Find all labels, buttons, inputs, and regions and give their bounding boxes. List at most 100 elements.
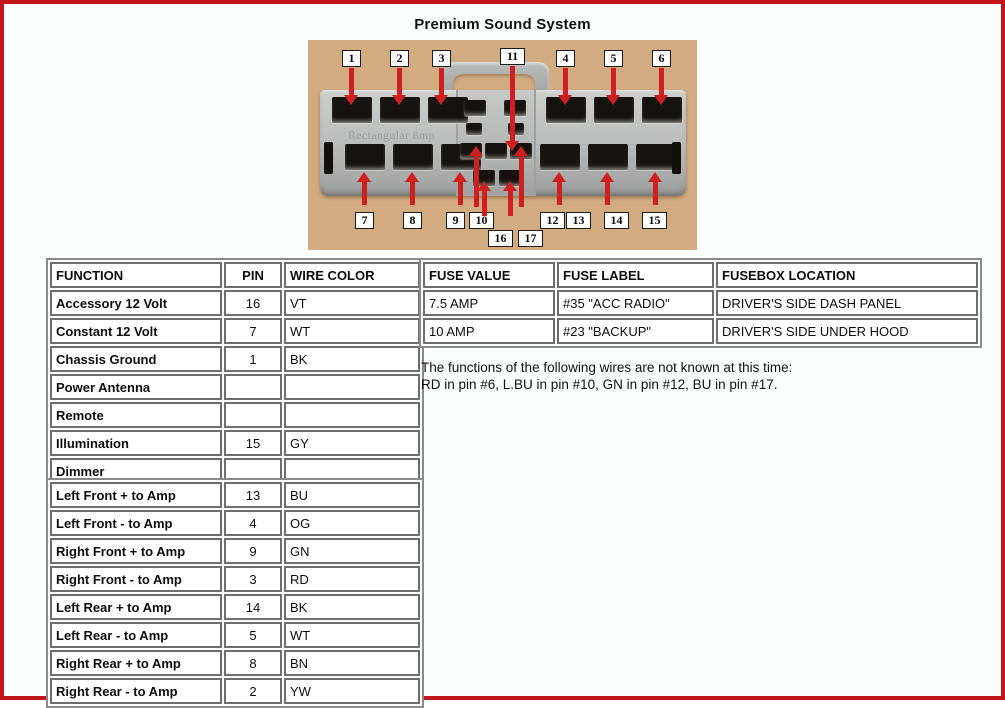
cell-fusebox-location: DRIVER'S SIDE DASH PANEL <box>716 290 978 316</box>
note-line-1: The functions of the following wires are… <box>421 360 793 375</box>
cell-pin <box>224 402 282 428</box>
cell-function: Power Antenna <box>50 374 222 400</box>
cell-fuse-value: 7.5 AMP <box>423 290 555 316</box>
cavity-center-a <box>464 100 486 116</box>
page-title: Premium Sound System <box>414 16 591 33</box>
arrow-pin-4 <box>558 68 572 105</box>
table-row: Left Front - to Amp 4 OG <box>50 510 420 536</box>
header-fuse-label: FUSE LABEL <box>557 262 714 288</box>
connector-photo: Rectangular 8mp 1 2 3 11 4 5 6 7 8 9 10 … <box>308 40 697 250</box>
cavity-pin-14 <box>588 144 628 170</box>
table-row: 7.5 AMP #35 "ACC RADIO" DRIVER'S SIDE DA… <box>423 290 978 316</box>
table-row: Remote <box>50 402 420 428</box>
table-row: Illumination 15 GY <box>50 430 420 456</box>
table-row: Right Front - to Amp 3 RD <box>50 566 420 592</box>
connector-diagram: Rectangular 8mp 1 2 3 11 4 5 6 7 8 9 10 … <box>308 40 697 250</box>
header-wire-color: WIRE COLOR <box>284 262 420 288</box>
cell-function: Remote <box>50 402 222 428</box>
arrow-pin-17 <box>503 181 517 216</box>
pin-label-3: 3 <box>432 50 451 67</box>
cell-pin: 14 <box>224 594 282 620</box>
cell-function: Left Front + to Amp <box>50 482 222 508</box>
cell-pin: 9 <box>224 538 282 564</box>
cell-wire-color <box>284 374 420 400</box>
cell-pin: 5 <box>224 622 282 648</box>
pin-label-2: 2 <box>390 50 409 67</box>
cell-wire-color <box>284 402 420 428</box>
cell-wire-color: WT <box>284 318 420 344</box>
pin-label-12: 12 <box>540 212 565 229</box>
arrow-pin-2 <box>392 68 406 105</box>
cell-fuse-label: #23 "BACKUP" <box>557 318 714 344</box>
table-row: 10 AMP #23 "BACKUP" DRIVER'S SIDE UNDER … <box>423 318 978 344</box>
arrow-pin-13 <box>552 172 566 205</box>
cell-pin: 4 <box>224 510 282 536</box>
pin-label-9: 9 <box>446 212 465 229</box>
cell-pin: 3 <box>224 566 282 592</box>
pin-label-17: 17 <box>518 230 543 247</box>
cell-pin: 16 <box>224 290 282 316</box>
fuse-table: FUSE VALUE FUSE LABEL FUSEBOX LOCATION 7… <box>419 258 982 348</box>
table-row: Chassis Ground 1 BK <box>50 346 420 372</box>
pin-label-15: 15 <box>642 212 667 229</box>
cavity-pin-7 <box>345 144 385 170</box>
cell-function: Left Rear - to Amp <box>50 622 222 648</box>
cavity-pin-8 <box>393 144 433 170</box>
pin-label-1: 1 <box>342 50 361 67</box>
pin-label-14: 14 <box>604 212 629 229</box>
cell-wire-color: GY <box>284 430 420 456</box>
cell-function: Constant 12 Volt <box>50 318 222 344</box>
cell-wire-color: BN <box>284 650 420 676</box>
cell-wire-color: RD <box>284 566 420 592</box>
cavity-center-c <box>466 123 482 135</box>
cell-function: Right Front + to Amp <box>50 538 222 564</box>
pin-label-11: 11 <box>500 48 525 65</box>
cell-wire-color: BU <box>284 482 420 508</box>
cell-wire-color: OG <box>284 510 420 536</box>
cell-function: Accessory 12 Volt <box>50 290 222 316</box>
table-row: Power Antenna <box>50 374 420 400</box>
arrow-pin-12 <box>514 146 528 207</box>
table-header-row: FUSE VALUE FUSE LABEL FUSEBOX LOCATION <box>423 262 978 288</box>
cell-pin: 15 <box>224 430 282 456</box>
table-row: Left Rear - to Amp 5 WT <box>50 622 420 648</box>
arrow-pin-8 <box>405 172 419 205</box>
cell-function: Illumination <box>50 430 222 456</box>
table-row: Right Rear + to Amp 8 BN <box>50 650 420 676</box>
pin-label-16: 16 <box>488 230 513 247</box>
arrow-pin-16 <box>477 181 491 216</box>
table-row: Constant 12 Volt 7 WT <box>50 318 420 344</box>
cell-pin: 2 <box>224 678 282 704</box>
table-row: Accessory 12 Volt 16 VT <box>50 290 420 316</box>
pin-label-13: 13 <box>566 212 591 229</box>
page-frame: Premium Sound System Rectangular 8mp 1 2… <box>0 0 1005 708</box>
cavity-left-sliver <box>324 142 333 174</box>
cavity-center-b <box>504 100 526 116</box>
cell-pin: 1 <box>224 346 282 372</box>
cavity-right-sliver <box>672 142 681 174</box>
note-line-2: RD in pin #6, L.BU in pin #10, GN in pin… <box>421 377 778 392</box>
pin-label-7: 7 <box>355 212 374 229</box>
pin-label-5: 5 <box>604 50 623 67</box>
cell-fuse-value: 10 AMP <box>423 318 555 344</box>
photo-watermark: Rectangular 8mp <box>348 128 435 142</box>
arrow-pin-14 <box>600 172 614 205</box>
cell-pin: 13 <box>224 482 282 508</box>
cell-wire-color: VT <box>284 290 420 316</box>
cavity-pin-13 <box>540 144 580 170</box>
arrow-pin-6 <box>654 68 668 105</box>
cell-function: Right Rear + to Amp <box>50 650 222 676</box>
cell-wire-color: GN <box>284 538 420 564</box>
header-fuse-value: FUSE VALUE <box>423 262 555 288</box>
header-pin: PIN <box>224 262 282 288</box>
cavity-pin-11 <box>485 143 507 159</box>
cell-wire-color: BK <box>284 346 420 372</box>
arrow-pin-1 <box>344 68 358 105</box>
cell-function: Left Rear + to Amp <box>50 594 222 620</box>
cavity-pin-15 <box>636 144 676 170</box>
unknown-wires-note: The functions of the following wires are… <box>421 359 941 393</box>
cell-fusebox-location: DRIVER'S SIDE UNDER HOOD <box>716 318 978 344</box>
table-header-row: FUNCTION PIN WIRE COLOR <box>50 262 420 288</box>
pin-label-6: 6 <box>652 50 671 67</box>
table-row: Right Front + to Amp 9 GN <box>50 538 420 564</box>
